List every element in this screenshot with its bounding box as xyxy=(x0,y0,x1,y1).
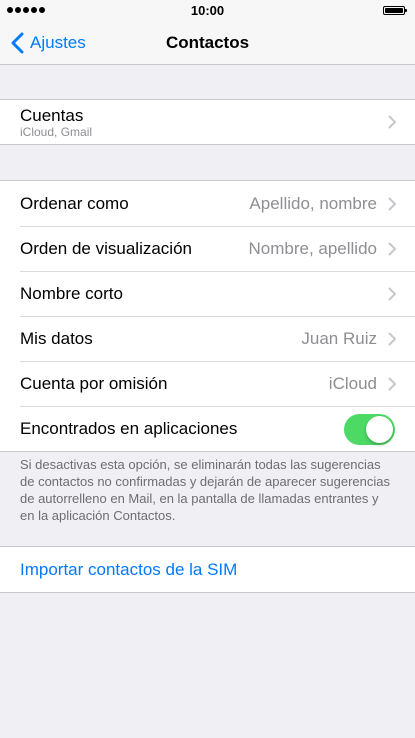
status-bar: 10:00 xyxy=(0,0,415,22)
sort-order-label: Ordenar como xyxy=(20,193,129,213)
display-order-label: Orden de visualización xyxy=(20,238,192,258)
my-info-label: Mis datos xyxy=(20,328,93,348)
accounts-title: Cuentas xyxy=(20,106,84,125)
chevron-right-icon xyxy=(388,197,396,210)
page-title: Contactos xyxy=(165,33,250,52)
found-in-apps-footnote: Si desactivas esta opción, se eliminarán… xyxy=(20,457,390,523)
found-in-apps-label: Encontrados en aplicaciones xyxy=(20,418,238,438)
chevron-right-icon xyxy=(388,377,396,390)
battery-icon xyxy=(383,6,407,15)
toggle-knob xyxy=(366,415,393,443)
found-in-apps-toggle[interactable] xyxy=(344,413,395,445)
my-info-row[interactable]: Mis datos Juan Ruiz xyxy=(0,316,415,361)
sort-order-row[interactable]: Ordenar como Apellido, nombre xyxy=(0,181,415,226)
display-order-row[interactable]: Orden de visualización Nombre, apellido xyxy=(0,226,415,271)
found-in-apps-row: Encontrados en aplicaciones xyxy=(0,406,415,451)
default-account-row[interactable]: Cuenta por omisión iCloud xyxy=(0,361,415,406)
my-info-value: Juan Ruiz xyxy=(301,328,377,348)
accounts-group: Cuentas iCloud, Gmail xyxy=(0,99,415,145)
contacts-settings-group: Ordenar como Apellido, nombre Orden de v… xyxy=(0,180,415,452)
import-group: Importar contactos de la SIM xyxy=(0,546,415,593)
import-sim-contacts-row[interactable]: Importar contactos de la SIM xyxy=(0,547,415,592)
settings-screen: 10:00 Ajustes Contactos Cuentas iCloud, … xyxy=(0,0,415,738)
accounts-row[interactable]: Cuentas iCloud, Gmail xyxy=(0,100,415,144)
chevron-right-icon xyxy=(388,332,396,345)
default-account-label: Cuenta por omisión xyxy=(20,373,168,393)
default-account-value: iCloud xyxy=(328,373,377,393)
accounts-subtitle: iCloud, Gmail xyxy=(20,125,93,139)
short-name-row[interactable]: Nombre corto xyxy=(0,271,415,316)
short-name-label: Nombre corto xyxy=(20,283,123,303)
import-sim-contacts-link[interactable]: Importar contactos de la SIM xyxy=(20,560,237,580)
chevron-right-icon xyxy=(388,115,396,129)
status-time: 10:00 xyxy=(190,3,225,18)
sort-order-value: Apellido, nombre xyxy=(249,193,377,213)
chevron-right-icon xyxy=(388,287,396,300)
chevron-right-icon xyxy=(388,242,396,255)
display-order-value: Nombre, apellido xyxy=(248,238,377,258)
navigation-bar: Ajustes Contactos xyxy=(0,22,415,65)
